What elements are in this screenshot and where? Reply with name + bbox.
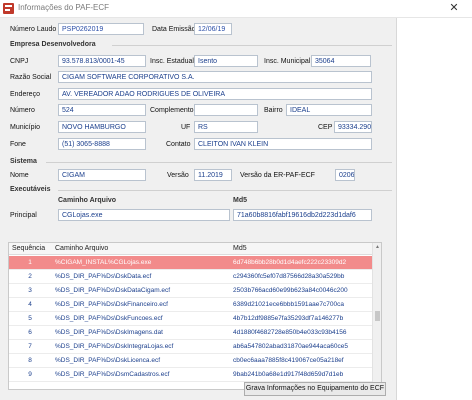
table-row[interactable]: 4 %DS_DIR_PAF%Ds\DskFinanceiro.ecf 6389d… [9,298,373,312]
app-icon [3,3,14,14]
caminho-arquivo-header: Caminho Arquivo [58,197,117,204]
principal-md5-field[interactable]: 71a60b8816fabf19616db2d223d1daf6 [233,209,372,221]
numero-laudo-field[interactable]: PSP0262019 [58,23,144,35]
grid-header: Sequência Caminho Arquivo Md5 [9,243,373,255]
bairro-label: Bairro [264,107,283,114]
table-row[interactable]: 8 %DS_DIR_PAF%Ds\DskLicenca.ecf cb0ec6aa… [9,354,373,368]
grava-informacoes-button[interactable]: Grava Informações no Equipamento do ECF [244,382,386,396]
row-caminho: %DS_DIR_PAF%Ds\DskFuncoes.ecf [55,315,163,322]
uf-label: UF [181,124,191,131]
bairro-field[interactable]: IDEAL [286,104,372,116]
row-caminho: %DS_DIR_PAF%Ds\DskLicenca.ecf [55,357,160,364]
fone-label: Fone [10,141,26,148]
row-sequencia: 6 [28,329,32,336]
uf-field[interactable]: RS [194,121,258,133]
row-caminho: %DS_DIR_PAF%Ds\DskDataCigam.ecf [55,287,171,294]
row-md5: 4b7b12df9885e7fa35293df7a146277b [233,315,344,322]
nome-field[interactable]: CIGAM [58,169,146,181]
table-row[interactable]: 5 %DS_DIR_PAF%Ds\DskFuncoes.ecf 4b7b12df… [9,312,373,326]
contato-field[interactable]: CLEITON IVAN KLEIN [194,138,372,150]
municipio-label: Município [10,124,40,131]
row-md5: ab6a547802abad31870ae944aca60ce5 [233,343,348,350]
contato-label: Contato [166,141,191,148]
window-title: Informações do PAF-ECF [18,3,109,12]
cep-field[interactable]: 93334.290 [334,121,372,133]
complemento-label: Complemento [150,107,194,114]
table-row[interactable]: 1 %CIGAM_INSTAL%CGLojas.exe 6d748b6bb28b… [9,256,373,270]
principal-path-field[interactable]: CGLojas.exe [58,209,230,221]
insc-municipal-label: Insc. Municipal [264,58,311,65]
razao-social-field[interactable]: CIGAM SOFTWARE CORPORATIVO S.A. [58,71,372,83]
grid-scrollbar[interactable]: ▲ ▼ [372,243,381,389]
row-sequencia: 3 [28,287,32,294]
row-sequencia: 7 [28,343,32,350]
row-md5: cb0ec6aaa7885f8c419067ce05a218ef [233,357,344,364]
row-caminho: %DS_DIR_PAF%Ds\DskFinanceiro.ecf [55,301,168,308]
row-sequencia: 1 [28,259,32,266]
principal-label: Principal [10,212,37,219]
insc-estadual-label: Insc. Estadual [150,58,194,65]
grid-header-sequencia[interactable]: Sequência [12,245,45,252]
data-emissao-field[interactable]: 12/06/19 [194,23,232,35]
row-md5: 4d1880f4682728e850b4e033c93b4156 [233,329,347,336]
files-grid[interactable]: Sequência Caminho Arquivo Md5 1 %CIGAM_I… [8,242,382,390]
numero-laudo-label: Número Laudo [10,26,57,33]
versao-er-field[interactable]: 0206 [335,169,355,181]
cnpj-field[interactable]: 93.578.813/0001-45 [58,55,146,67]
row-caminho: %CIGAM_INSTAL%CGLojas.exe [55,259,152,266]
cep-label: CEP [318,124,333,131]
row-sequencia: 4 [28,301,32,308]
sistema-group-title: Sistema [10,158,37,165]
empresa-group-title: Empresa Desenvolvedora [10,41,96,48]
row-caminho: %DS_DIR_PAF%Ds\DskIntegraLojas.ecf [55,343,174,350]
grid-header-md5[interactable]: Md5 [233,245,247,252]
table-row[interactable]: 3 %DS_DIR_PAF%Ds\DskDataCigam.ecf 2503b7… [9,284,373,298]
row-caminho: %DS_DIR_PAF%Ds\DskData.ecf [55,273,152,280]
grid-header-caminho[interactable]: Caminho Arquivo [55,245,108,252]
endereco-label: Endereço [10,91,40,98]
table-row[interactable]: 9 %DS_DIR_PAF%Ds\DsmCadastros.ecf 9bab24… [9,368,373,382]
row-sequencia: 5 [28,315,32,322]
row-sequencia: 8 [28,357,32,364]
table-row[interactable]: 6 %DS_DIR_PAF%Ds\DskImagens.dat 4d1880f4… [9,326,373,340]
row-caminho: %DS_DIR_PAF%Ds\DskImagens.dat [55,329,163,336]
row-md5: 9bab241b0a68e1d917f48d659d7d1eb [233,371,344,378]
table-row[interactable]: 2 %DS_DIR_PAF%Ds\DskData.ecf c294360fc5e… [9,270,373,284]
row-sequencia: 2 [28,273,32,280]
scroll-up-icon[interactable]: ▲ [373,243,381,252]
close-button[interactable]: ✕ [440,1,468,16]
scroll-thumb[interactable] [375,311,380,321]
table-row[interactable]: 7 %DS_DIR_PAF%Ds\DskIntegraLojas.ecf ab6… [9,340,373,354]
empresa-divider [112,45,392,46]
insc-estadual-field[interactable]: Isento [194,55,258,67]
complemento-field[interactable] [194,104,258,116]
cnpj-label: CNPJ [10,58,29,65]
title-bar: Informações do PAF-ECF ✕ [0,0,472,18]
municipio-field[interactable]: NOVO HAMBURGO [58,121,146,133]
endereco-field[interactable]: AV. VEREADOR ADAO RODRIGUES DE OLIVEIRA [58,88,372,100]
versao-label: Versão [167,172,189,179]
razao-social-label: Razão Social [10,74,52,81]
row-md5: c294360fc5ef07d87566d28a30a529bb [233,273,345,280]
row-sequencia: 9 [28,371,32,378]
executaveis-group-title: Executáveis [10,186,51,193]
nome-label: Nome [10,172,29,179]
versao-er-label: Versão da ER-PAF-ECF [240,172,315,179]
main-window: Número Laudo PSP0262019 Data Emissão 12/… [0,18,397,400]
row-md5: 2503b766acd60e99b623a84c0046c200 [233,287,348,294]
row-md5: 6389d21021ece6bbb1591aae7c700ca [233,301,344,308]
executaveis-divider [58,190,392,191]
insc-municipal-field[interactable]: 35064 [311,55,371,67]
versao-field[interactable]: 11.2019 [194,169,232,181]
data-emissao-label: Data Emissão [152,26,196,33]
sistema-divider [46,162,392,163]
row-caminho: %DS_DIR_PAF%Ds\DsmCadastros.ecf [55,371,170,378]
row-md5: 6d748b6bb28b0d1d4aefc222c23309d2 [233,259,347,266]
numero-field[interactable]: 524 [58,104,146,116]
md5-header: Md5 [233,197,247,204]
numero-label: Número [10,107,35,114]
fone-field[interactable]: (51) 3065-8888 [58,138,146,150]
